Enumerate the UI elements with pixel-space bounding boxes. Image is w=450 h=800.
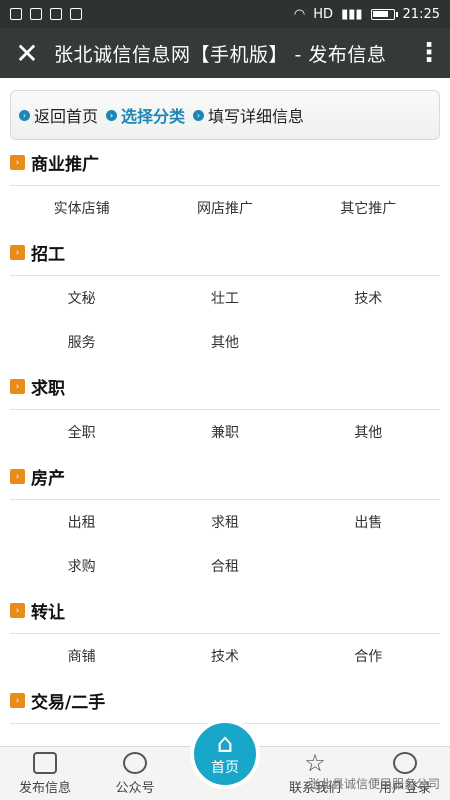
category-title: 招工: [31, 245, 65, 265]
crumb-category[interactable]: › 选择分类: [106, 103, 185, 127]
crumb-home-label: 返回首页: [34, 107, 99, 126]
category-header: › 商业推广: [10, 140, 440, 186]
subcategory-item[interactable]: 网店推广: [153, 186, 296, 230]
home-button[interactable]: ⌂ 首页: [190, 719, 260, 789]
subcategory-item[interactable]: 求租: [153, 500, 296, 544]
crumb-details: › 填写详细信息: [193, 103, 304, 127]
category-title: 房产: [31, 469, 65, 489]
crumb-category-label: 选择分类: [121, 107, 186, 126]
arrow-right-icon: ›: [106, 109, 118, 121]
subcategory-item[interactable]: 兼职: [153, 410, 296, 454]
category-real-estate: › 房产 出租 求租 出售 求购 合租: [0, 454, 450, 588]
crumb-home[interactable]: › 返回首页: [19, 103, 98, 127]
category-transfer: › 转让 商铺 技术 合作: [0, 588, 450, 678]
subcategory-item[interactable]: 实体店铺: [10, 186, 153, 230]
subcategory-item[interactable]: 全职: [10, 410, 153, 454]
subcategory-item[interactable]: 其它推广: [297, 186, 440, 230]
paw-icon: [30, 8, 42, 20]
subcategory-item[interactable]: 合作: [297, 634, 440, 678]
subcategory-item[interactable]: 技术: [153, 634, 296, 678]
nav-contact-us[interactable]: ☆ 联系我们: [270, 747, 360, 800]
home-label: 首页: [211, 760, 239, 776]
chat-icon: [123, 752, 147, 774]
status-time: 21:25: [402, 6, 440, 22]
nav-official-account[interactable]: 公众号: [90, 747, 180, 800]
category-recruitment: › 招工 文秘 壮工 技术 服务 其他: [0, 230, 450, 364]
chevron-right-icon: ›: [10, 603, 25, 618]
crumb-details-label: 填写详细信息: [208, 107, 305, 126]
chevron-right-icon: ›: [10, 693, 25, 708]
nav-user-login[interactable]: 用户登录: [360, 747, 450, 800]
subcategory-item[interactable]: 文秘: [10, 276, 153, 320]
content-area[interactable]: › 返回首页 › 选择分类 › 填写详细信息 › 商业推广 实体店铺 网店推广 其它推广…: [0, 78, 450, 746]
category-header: › 求职: [10, 364, 440, 410]
chevron-right-icon: ›: [10, 245, 25, 260]
subcategory-item[interactable]: 出售: [297, 500, 440, 544]
bottom-navigation: 发布信息 公众号 ☆ 联系我们 用户登录 ⌂ 首页 张北县诚信便民服务公司: [0, 719, 450, 800]
subcategory-item[interactable]: 求购: [10, 544, 153, 588]
category-job-seeking: › 求职 全职 兼职 其他: [0, 364, 450, 454]
category-header: › 交易/二手: [10, 678, 440, 724]
user-icon: [393, 752, 417, 774]
category-header: › 转让: [10, 588, 440, 634]
category-second-hand: › 交易/二手: [0, 678, 450, 724]
category-header: › 房产: [10, 454, 440, 500]
chevron-right-icon: ›: [10, 469, 25, 484]
chevron-right-icon: ›: [10, 379, 25, 394]
chevron-right-icon: ›: [10, 155, 25, 170]
category-title: 交易/二手: [31, 693, 106, 713]
subcategory-item[interactable]: 其他: [297, 410, 440, 454]
subcategory-item[interactable]: 其他: [153, 320, 296, 364]
subcategory-item[interactable]: 服务: [10, 320, 153, 364]
subcategory-item[interactable]: 技术: [297, 276, 440, 320]
status-bar: ◠ HD ▮▮▮ 21:25: [0, 0, 450, 28]
notification-icon: [10, 8, 22, 20]
wifi-icon: ◠: [293, 6, 306, 22]
grid-icon: [70, 8, 82, 20]
more-button[interactable]: ⋮: [408, 28, 450, 78]
arrow-right-icon: ›: [193, 109, 205, 121]
battery-fill: [372, 10, 388, 17]
watermark: 张北县诚信便民服务公司: [307, 777, 440, 791]
arrow-right-icon: ›: [19, 109, 30, 121]
home-icon: ⌂: [216, 729, 234, 759]
subcategory-item[interactable]: 商铺: [10, 634, 153, 678]
breadcrumb: › 返回首页 › 选择分类 › 填写详细信息: [10, 90, 440, 140]
status-right: ◠ HD ▮▮▮ 21:25: [294, 7, 440, 22]
category-business-promotion: › 商业推广 实体店铺 网店推广 其它推广: [0, 140, 450, 230]
battery-icon: [370, 8, 398, 20]
subcategory-item[interactable]: 出租: [10, 500, 153, 544]
category-title: 商业推广: [31, 155, 99, 175]
close-icon: ✕: [15, 36, 39, 70]
more-vertical-icon: ⋮: [416, 38, 442, 68]
nav-label: 发布信息: [18, 781, 71, 796]
network-label: HD: [313, 6, 334, 22]
page-title: 张北诚信信息网【手机版】 - 发布信息: [54, 43, 387, 66]
star-icon: ☆: [304, 749, 326, 777]
nav-post-info[interactable]: 发布信息: [0, 747, 90, 800]
post-icon: [33, 752, 57, 774]
category-header: › 招工: [10, 230, 440, 276]
nav-label: 公众号: [115, 781, 155, 796]
category-title: 求职: [31, 379, 65, 399]
subcategory-item[interactable]: 壮工: [153, 276, 296, 320]
subcategory-item[interactable]: 合租: [153, 544, 296, 588]
image-icon: [50, 8, 62, 20]
close-button[interactable]: ✕: [0, 28, 54, 78]
status-left-icons: [10, 8, 82, 20]
title-bar: ✕ 张北诚信信息网【手机版】 - 发布信息 ⋮: [0, 28, 450, 78]
signal-icon: ▮▮▮: [341, 6, 363, 22]
category-title: 转让: [31, 603, 65, 623]
